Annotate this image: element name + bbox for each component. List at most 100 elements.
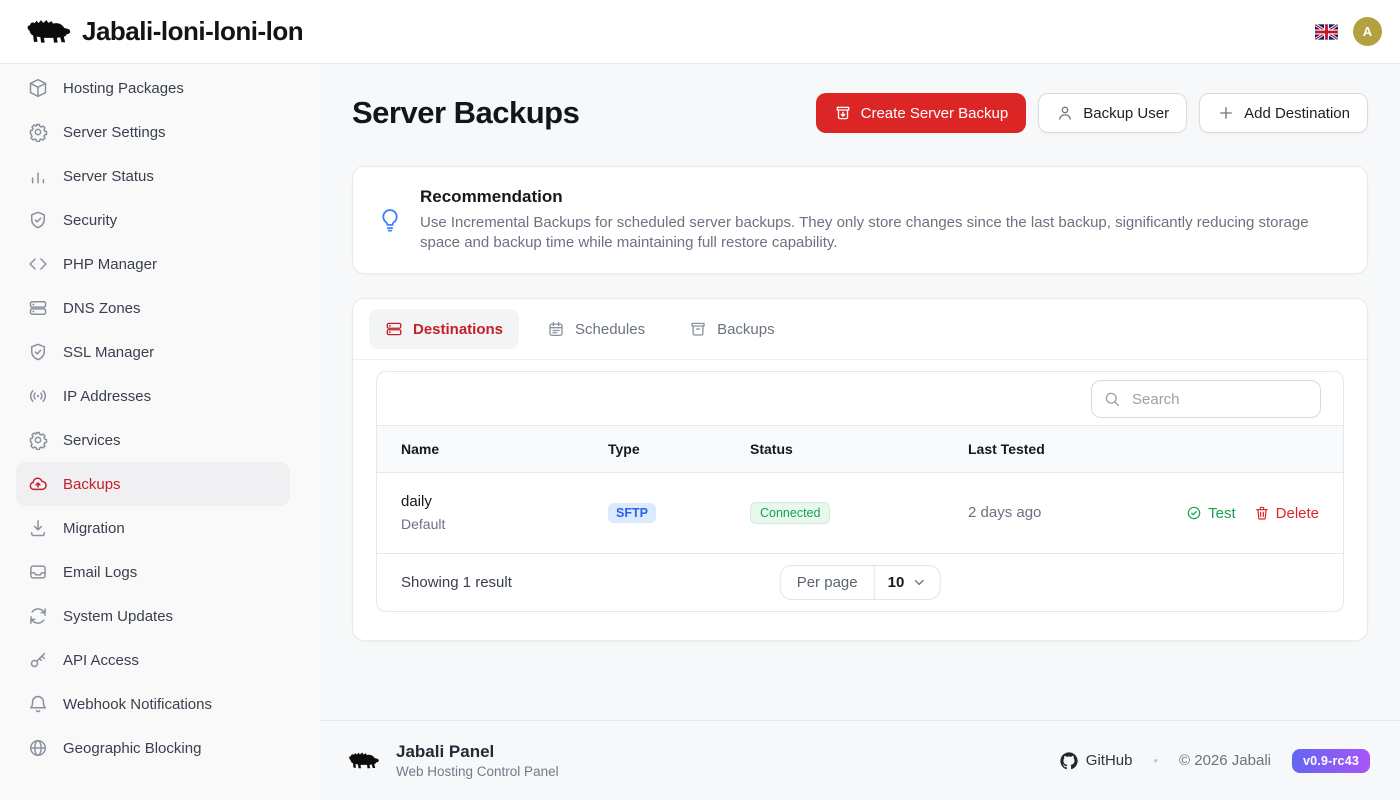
footer-copyright: © 2026 Jabali xyxy=(1179,752,1271,769)
sidebar-item-migration[interactable]: Migration xyxy=(16,506,290,550)
sidebar-item-services[interactable]: Services xyxy=(16,418,290,462)
sidebar-item-server-status[interactable]: Server Status xyxy=(16,154,290,198)
sidebar-item-label: Security xyxy=(63,212,117,229)
top-header: Jabali-loni-loni-lon A xyxy=(0,0,1400,64)
tab-schedules[interactable]: Schedules xyxy=(531,309,661,349)
button-label: Create Server Backup xyxy=(861,105,1009,122)
trash-icon xyxy=(1254,505,1270,521)
test-button[interactable]: Test xyxy=(1186,505,1236,522)
shield-check-icon xyxy=(28,342,48,362)
user-avatar[interactable]: A xyxy=(1353,17,1382,46)
sidebar-item-label: Server Settings xyxy=(63,124,166,141)
sidebar-item-system-updates[interactable]: System Updates xyxy=(16,594,290,638)
sidebar-item-label: IP Addresses xyxy=(63,388,151,405)
sidebar-item-label: PHP Manager xyxy=(63,256,157,273)
backup-user-button[interactable]: Backup User xyxy=(1038,93,1187,133)
server-icon xyxy=(28,298,48,318)
refresh-icon xyxy=(28,606,48,626)
tab-backups[interactable]: Backups xyxy=(673,309,791,349)
type-badge: SFTP xyxy=(608,503,656,523)
gear-icon xyxy=(28,122,48,142)
column-header-name: Name xyxy=(377,426,584,473)
sidebar-item-ip-addresses[interactable]: IP Addresses xyxy=(16,374,290,418)
archive-down-icon xyxy=(834,104,852,122)
plus-icon xyxy=(1217,104,1235,122)
sidebar-item-server-settings[interactable]: Server Settings xyxy=(16,110,290,154)
version-badge[interactable]: v0.9-rc43 xyxy=(1292,749,1370,773)
action-label: Test xyxy=(1208,505,1236,522)
page-footer: Jabali Panel Web Hosting Control Panel G… xyxy=(320,720,1400,800)
search-icon xyxy=(1103,390,1121,408)
column-header-actions xyxy=(1172,426,1343,473)
tab-label: Schedules xyxy=(575,321,645,338)
destination-subtitle: Default xyxy=(401,513,560,536)
tab-destinations[interactable]: Destinations xyxy=(369,309,519,349)
tab-bar: Destinations Schedules Backups xyxy=(353,299,1367,360)
chevron-down-icon xyxy=(911,575,926,590)
recommendation-body: Use Incremental Backups for scheduled se… xyxy=(420,213,1325,253)
sidebar-item-label: Email Logs xyxy=(63,564,137,581)
inbox-icon xyxy=(28,562,48,582)
destination-name: daily xyxy=(401,490,560,513)
page-title: Server Backups xyxy=(352,95,579,131)
broadcast-icon xyxy=(28,386,48,406)
key-icon xyxy=(28,650,48,670)
lightbulb-icon xyxy=(377,207,403,233)
sidebar-item-security[interactable]: Security xyxy=(16,198,290,242)
create-server-backup-button[interactable]: Create Server Backup xyxy=(816,93,1027,133)
gear-icon xyxy=(28,430,48,450)
app-logo[interactable]: Jabali-loni-loni-lon xyxy=(26,15,303,48)
search-input[interactable] xyxy=(1091,380,1321,418)
boar-logo-icon xyxy=(348,749,380,772)
action-label: Delete xyxy=(1276,505,1319,522)
sidebar-item-php-manager[interactable]: PHP Manager xyxy=(16,242,290,286)
sidebar-item-label: Backups xyxy=(63,476,121,493)
github-label: GitHub xyxy=(1086,752,1133,769)
sidebar-item-webhook-notifications[interactable]: Webhook Notifications xyxy=(16,682,290,726)
footer-brand: Jabali Panel xyxy=(396,741,559,762)
sidebar-item-label: Geographic Blocking xyxy=(63,740,201,757)
sidebar-item-hosting-packages[interactable]: Hosting Packages xyxy=(16,66,290,110)
pagination-row: Showing 1 result Per page 10 xyxy=(377,553,1343,611)
github-icon xyxy=(1060,752,1078,770)
column-header-type: Type xyxy=(584,426,726,473)
destinations-table: Name Type Status Last Tested xyxy=(377,425,1343,553)
boar-logo-icon xyxy=(26,15,72,48)
per-page-select[interactable]: Per page 10 xyxy=(780,565,941,600)
column-header-last-tested: Last Tested xyxy=(944,426,1172,473)
sidebar-item-label: Services xyxy=(63,432,121,449)
per-page-label: Per page xyxy=(781,566,874,599)
sidebar-item-label: System Updates xyxy=(63,608,173,625)
sidebar-item-ssl-manager[interactable]: SSL Manager xyxy=(16,330,290,374)
table-header-row: Name Type Status Last Tested xyxy=(377,426,1343,473)
results-summary: Showing 1 result xyxy=(401,574,512,591)
tab-label: Destinations xyxy=(413,321,503,338)
uk-flag-icon[interactable] xyxy=(1315,24,1338,40)
last-tested-value: 2 days ago xyxy=(968,504,1041,521)
sidebar-item-backups[interactable]: Backups xyxy=(16,462,290,506)
server-icon xyxy=(385,320,403,338)
per-page-value: 10 xyxy=(888,574,905,591)
sidebar-item-dns-zones[interactable]: DNS Zones xyxy=(16,286,290,330)
recommendation-title: Recommendation xyxy=(420,187,1325,207)
sidebar-item-geographic-blocking[interactable]: Geographic Blocking xyxy=(16,726,290,770)
package-icon xyxy=(28,78,48,98)
globe-icon xyxy=(28,738,48,758)
bar-chart-icon xyxy=(28,166,48,186)
sidebar-item-label: Migration xyxy=(63,520,125,537)
delete-button[interactable]: Delete xyxy=(1254,505,1319,522)
github-link[interactable]: GitHub xyxy=(1060,752,1133,770)
sidebar-item-email-logs[interactable]: Email Logs xyxy=(16,550,290,594)
recommendation-card: Recommendation Use Incremental Backups f… xyxy=(352,166,1368,274)
shield-check-icon xyxy=(28,210,48,230)
cloud-upload-icon xyxy=(28,474,48,494)
check-circle-icon xyxy=(1186,505,1202,521)
button-label: Add Destination xyxy=(1244,105,1350,122)
download-icon xyxy=(28,518,48,538)
add-destination-button[interactable]: Add Destination xyxy=(1199,93,1368,133)
archive-icon xyxy=(689,320,707,338)
sidebar-nav: Hosting Packages Server Settings Server … xyxy=(0,64,320,800)
code-icon xyxy=(28,254,48,274)
column-header-status: Status xyxy=(726,426,944,473)
sidebar-item-api-access[interactable]: API Access xyxy=(16,638,290,682)
